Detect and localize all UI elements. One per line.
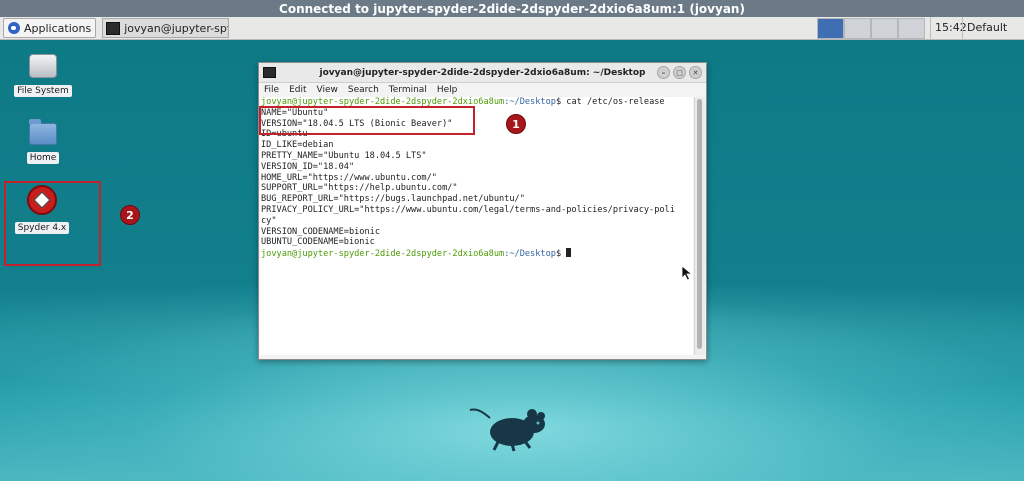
desktop-icon-file-system[interactable]: File System <box>13 54 73 97</box>
menu-help[interactable]: Help <box>437 85 458 95</box>
minimize-icon[interactable]: – <box>657 66 670 79</box>
prompt-symbol: $ <box>555 249 567 260</box>
workspace-switcher[interactable] <box>817 18 925 39</box>
menu-file[interactable]: File <box>264 85 279 95</box>
desktop-icon-label: File System <box>14 85 72 97</box>
output-line: PRIVACY_POLICY_URL="https://www.ubuntu.c… <box>261 204 675 215</box>
taskbar-terminal-label: jovyan@jupyter-spyder... <box>124 21 228 35</box>
terminal-icon <box>106 21 121 35</box>
output-line: cy" <box>261 215 277 226</box>
terminal-output[interactable]: jovyan@jupyter-spyder-2dide-2dspyder-2dx… <box>260 97 693 355</box>
menu-view[interactable]: View <box>317 85 338 95</box>
output-line: HOME_URL="https://www.ubuntu.com/" <box>261 172 437 183</box>
output-line: PRETTY_NAME="Ubuntu 18.04.5 LTS" <box>261 150 427 161</box>
maximize-icon[interactable]: □ <box>673 66 686 79</box>
prompt-user: jovyan@jupyter-spyder-2dide-2dspyder-2dx… <box>261 249 505 260</box>
user-menu[interactable]: Default user <box>962 17 1024 56</box>
prompt-symbol: $ <box>555 97 567 107</box>
output-line: VERSION_CODENAME=bionic <box>261 226 380 237</box>
output-line: VERSION_ID="18.04" <box>261 161 355 172</box>
terminal-scrollbar[interactable] <box>694 97 705 355</box>
applications-label: Applications <box>24 21 92 35</box>
menu-search[interactable]: Search <box>348 85 379 95</box>
desktop-icon-label: Home <box>26 152 60 164</box>
menu-edit[interactable]: Edit <box>289 85 306 95</box>
annotation-box-spyder <box>4 181 101 266</box>
workspace-2[interactable] <box>844 18 871 39</box>
close-icon[interactable]: ✕ <box>689 66 702 79</box>
workspace-3[interactable] <box>871 18 898 39</box>
window-controls: – □ ✕ <box>657 66 702 79</box>
menu-terminal[interactable]: Terminal <box>389 85 427 95</box>
top-panel: Applications jovyan@jupyter-spyder... 15… <box>0 17 1024 56</box>
text-cursor <box>566 248 572 258</box>
prompt-path: :~/Desktop <box>504 249 556 260</box>
drive-icon <box>29 54 57 78</box>
terminal-prompt-line[interactable]: jovyan@jupyter-spyder-2dide-2dspyder-2dx… <box>261 248 693 260</box>
workspace-4[interactable] <box>898 18 925 39</box>
output-line: UBUNTU_CODENAME=bionic <box>261 237 375 248</box>
output-line: ID_LIKE=debian <box>261 140 334 151</box>
applications-menu-button[interactable]: Applications <box>3 18 97 38</box>
taskbar-terminal-button[interactable]: jovyan@jupyter-spyder... <box>102 18 230 38</box>
terminal-command: cat /etc/os-release <box>566 97 665 107</box>
terminal-menubar: File Edit View Search Terminal Help <box>259 83 706 97</box>
workspace-1[interactable] <box>817 18 844 39</box>
vnc-connection-title: Connected to jupyter-spyder-2dide-2dspyd… <box>0 0 1024 17</box>
folder-icon <box>29 119 57 145</box>
scrollbar-thumb[interactable] <box>697 99 702 349</box>
annotation-marker-1: 1 <box>506 114 526 134</box>
xfce-logo-icon <box>8 22 20 34</box>
xfce-mouse-logo-icon <box>469 408 545 452</box>
mouse-pointer-icon <box>681 265 693 281</box>
annotation-box-version <box>259 106 475 135</box>
output-line: BUG_REPORT_URL="https://bugs.launchpad.n… <box>261 194 525 205</box>
output-line: SUPPORT_URL="https://help.ubuntu.com/" <box>261 183 458 194</box>
prompt-path: :~/Desktop <box>504 97 556 107</box>
terminal-titlebar[interactable]: jovyan@jupyter-spyder-2dide-2dspyder-2dx… <box>259 63 706 83</box>
terminal-title: jovyan@jupyter-spyder-2dide-2dspyder-2dx… <box>319 67 646 78</box>
annotation-marker-2: 2 <box>120 205 140 225</box>
desktop-icon-home[interactable]: Home <box>13 119 73 164</box>
